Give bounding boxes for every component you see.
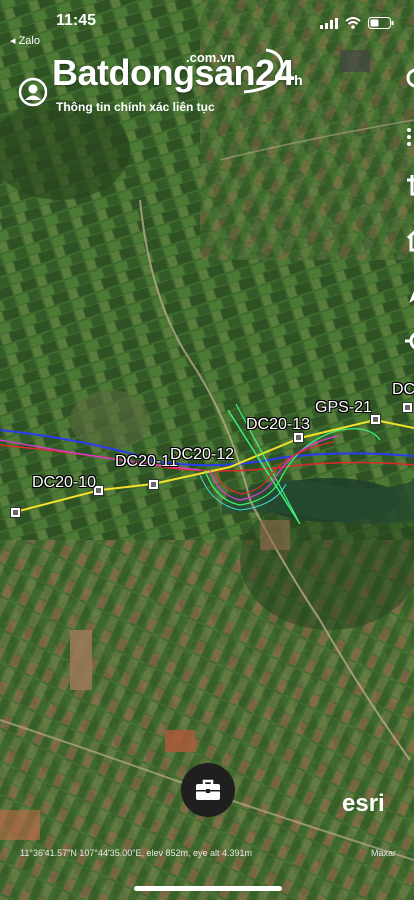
- locate-icon[interactable]: [404, 326, 414, 356]
- clock: 11:45: [56, 12, 97, 29]
- user-avatar-icon[interactable]: [18, 77, 48, 107]
- coordinate-readout: 11°36'41.57"N 107°44'35.00"E, elev 852m,…: [20, 848, 253, 858]
- signal-icon: [320, 18, 338, 29]
- home-indicator[interactable]: [134, 886, 282, 891]
- crop-icon[interactable]: [404, 172, 414, 202]
- map-point-label[interactable]: DC: [392, 381, 414, 399]
- map-point-marker[interactable]: [10, 507, 21, 518]
- esri-watermark: esri: [342, 790, 385, 817]
- map-point-marker[interactable]: [402, 402, 413, 413]
- brand-domain: .com.vn: [186, 50, 236, 65]
- briefcase-icon: [196, 779, 220, 800]
- map-point-label[interactable]: GPS-21: [315, 399, 372, 417]
- map-point-marker[interactable]: [148, 479, 159, 490]
- brand-name-suffix: h: [294, 72, 303, 88]
- status-bar: 11:45 ◂ Zalo: [0, 0, 414, 47]
- home-icon[interactable]: [404, 224, 414, 254]
- navigate-icon[interactable]: [404, 276, 414, 306]
- list-icon[interactable]: [404, 122, 414, 152]
- search-icon[interactable]: [404, 66, 414, 96]
- brand-tagline: Thông tin chính xác liên tục: [56, 100, 215, 114]
- wifi-icon: [345, 17, 361, 29]
- toolbox-button[interactable]: [181, 763, 235, 817]
- battery-icon: [368, 17, 394, 29]
- map-point-label[interactable]: DC20-12: [170, 446, 234, 464]
- brand-swoosh-icon: [243, 48, 284, 94]
- map-point-label[interactable]: DC20-13: [246, 416, 310, 434]
- map-point-label[interactable]: DC20-10: [32, 474, 96, 492]
- imagery-attribution: Maxar: [370, 848, 396, 858]
- back-to-app-link[interactable]: ◂ Zalo: [10, 34, 40, 47]
- system-icons: [320, 17, 394, 29]
- map-point-label[interactable]: DC20-11: [115, 453, 178, 471]
